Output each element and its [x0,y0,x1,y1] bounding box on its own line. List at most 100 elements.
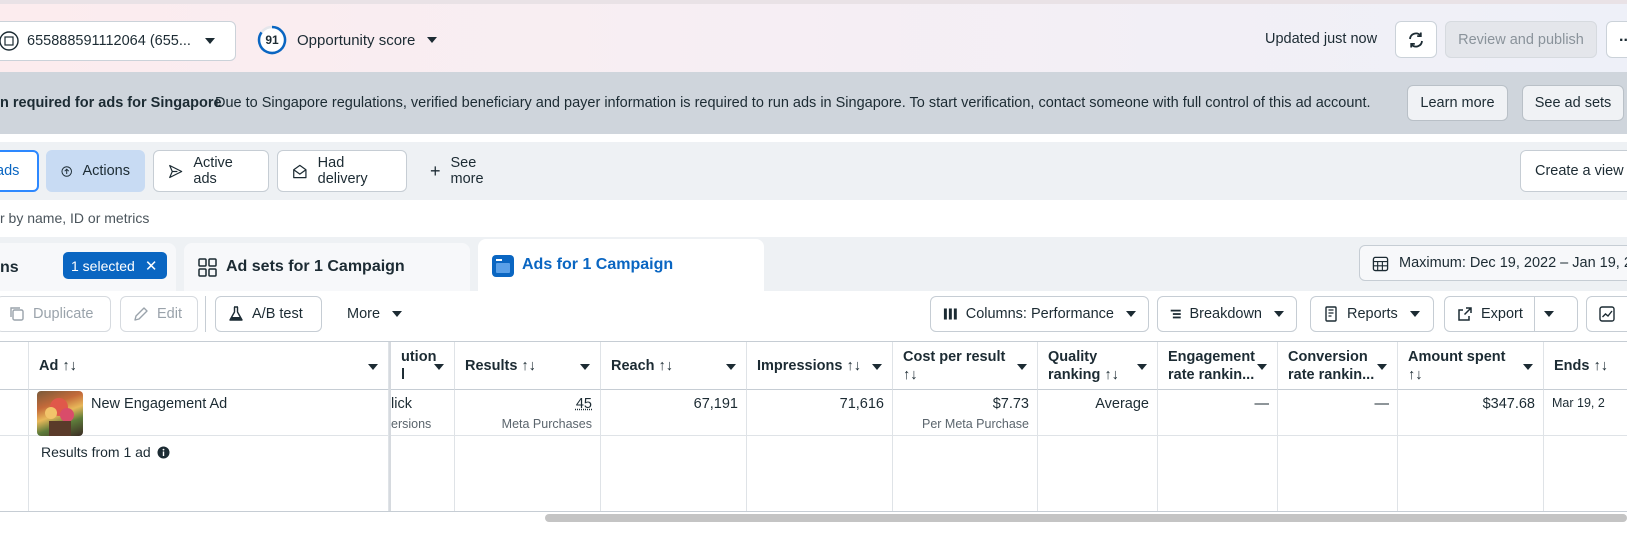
results-value[interactable]: 45 [576,396,592,412]
chevron-down-icon [1017,364,1027,370]
close-icon[interactable]: ✕ [145,257,158,275]
reports-button[interactable]: Reports [1310,296,1434,332]
top-bar: 655888591112064 (655... 91 Opportunity s… [0,0,1627,72]
columns-label: Columns: Performance [966,306,1114,322]
ad-icon [492,255,514,277]
plus-icon: + [430,162,441,180]
header-quality-ranking[interactable]: Quality ranking ↑↓ [1038,342,1158,390]
cell-engagement-ranking: — [1158,390,1278,436]
chevron-down-icon [872,364,882,370]
quality-value: Average [1095,396,1149,412]
export-button[interactable]: Export [1444,296,1578,332]
chevron-down-icon [205,38,215,44]
filter-had-delivery[interactable]: Had delivery [277,150,407,192]
header-ad[interactable]: Ad ↑↓ [29,342,389,390]
date-range-picker[interactable]: Maximum: Dec 19, 2022 – Jan 19, 20 [1359,245,1627,281]
banner-text: Due to Singapore regulations, verified b… [215,95,1371,111]
tab-campaigns-label: ns [0,259,19,277]
header-reach[interactable]: Reach ↑↓ [601,342,747,390]
reports-label: Reports [1347,306,1398,322]
info-icon[interactable] [157,446,170,459]
cell-results: 45 Meta Purchases [455,390,601,436]
header-amount-spent[interactable]: Amount spent ↑↓ [1398,342,1544,390]
table-row-ad[interactable]: New Engagement Ad [29,390,389,436]
breakdown-button[interactable]: Breakdown [1157,296,1297,332]
header-engagement-ranking[interactable]: Engagement rate rankin... [1158,342,1278,390]
chevron-down-icon [1544,311,1554,317]
chevron-down-icon [1523,364,1533,370]
more-button[interactable]: More [334,296,408,332]
chevron-down-icon [1257,364,1267,370]
chevron-down-icon [392,311,402,317]
account-label: 655888591112064 (655... [27,33,205,49]
updated-status: Updated just now [1265,31,1377,47]
engagement-value: — [1255,396,1270,412]
more-options-button[interactable]: ... [1606,21,1627,58]
cell-amount-spent: $347.68 [1398,390,1544,436]
chevron-down-icon [434,364,444,370]
header-conversion-ranking[interactable]: Conversion rate rankin... [1278,342,1398,390]
learn-more-button[interactable]: Learn more [1407,85,1508,121]
row-checkbox[interactable] [0,390,29,436]
header-ends-label: Ends ↑↓ [1554,358,1608,374]
filter-actions[interactable]: Actions [46,150,145,192]
summary-row: Results from 1 ad [29,436,389,512]
search-input[interactable]: r by name, ID or metrics [0,210,149,226]
impressions-value: 71,616 [840,396,884,412]
export-label: Export [1481,306,1523,322]
search-bar[interactable]: r by name, ID or metrics [0,200,1627,237]
create-view-button[interactable]: Create a view [1520,150,1627,192]
header-attribution[interactable]: ution l [391,342,455,390]
filter-ads[interactable]: ads [0,150,39,192]
columns-icon [943,306,958,322]
arrow-up-circle-icon [61,163,72,180]
opportunity-score[interactable]: 91 Opportunity score [257,25,437,55]
summary-cell [1158,436,1278,512]
grid-icon [198,258,217,277]
ad-name[interactable]: New Engagement Ad [91,396,227,412]
header-cost-per-result[interactable]: Cost per result ↑↓ [893,342,1038,390]
ad-thumbnail-image [37,391,83,436]
header-impressions[interactable]: Impressions ↑↓ [747,342,893,390]
cell-quality-ranking: Average [1038,390,1158,436]
duplicate-button[interactable]: Duplicate [0,296,111,332]
header-checkbox-column[interactable] [0,342,29,390]
review-and-publish-button[interactable]: Review and publish [1445,21,1597,58]
ad-thumbnail [37,391,83,436]
cell-impressions: 71,616 [747,390,893,436]
summary-cell [893,436,1038,512]
summary-cell [747,436,893,512]
tab-ad-sets[interactable]: Ad sets for 1 Campaign [184,243,470,291]
header-impressions-label: Impressions ↑↓ [757,358,861,374]
tab-campaigns[interactable]: ns 1 selected ✕ [0,243,176,291]
header-results[interactable]: Results ↑↓ [455,342,601,390]
selected-badge-label: 1 selected [71,258,135,274]
chevron-down-icon [368,364,378,370]
ab-test-label: A/B test [252,306,303,322]
cell-reach: 67,191 [601,390,747,436]
columns-button[interactable]: Columns: Performance [930,296,1149,332]
horizontal-scrollbar[interactable] [545,514,1627,522]
filter-active-ads[interactable]: Active ads [153,150,269,192]
attribution-sub: ersions [391,417,431,431]
header-reach-label: Reach ↑↓ [611,358,673,374]
level-tabs: ns 1 selected ✕ Ad sets for 1 Campaign A… [0,237,1627,291]
see-ad-sets-button[interactable]: See ad sets [1522,85,1624,121]
breakdown-icon [1170,306,1181,322]
see-more-button[interactable]: + See more [415,150,527,192]
summary-cell [1038,436,1158,512]
header-ends[interactable]: Ends ↑↓ [1544,342,1627,390]
selected-badge[interactable]: 1 selected ✕ [63,252,167,279]
reports-icon [1323,306,1339,322]
tab-ads[interactable]: Ads for 1 Campaign [478,239,764,291]
cell-cost-per-result: $7.73 Per Meta Purchase [893,390,1038,436]
refresh-button[interactable] [1395,21,1437,58]
summary-cell [1398,436,1544,512]
tab-ad-sets-label: Ad sets for 1 Campaign [226,258,405,276]
breakdown-label: Breakdown [1189,306,1262,322]
account-selector[interactable]: 655888591112064 (655... [0,21,236,61]
export-dropdown[interactable] [1544,311,1554,317]
ab-test-button[interactable]: A/B test [215,296,322,332]
charts-button[interactable] [1586,296,1627,332]
edit-button[interactable]: Edit [120,296,198,332]
